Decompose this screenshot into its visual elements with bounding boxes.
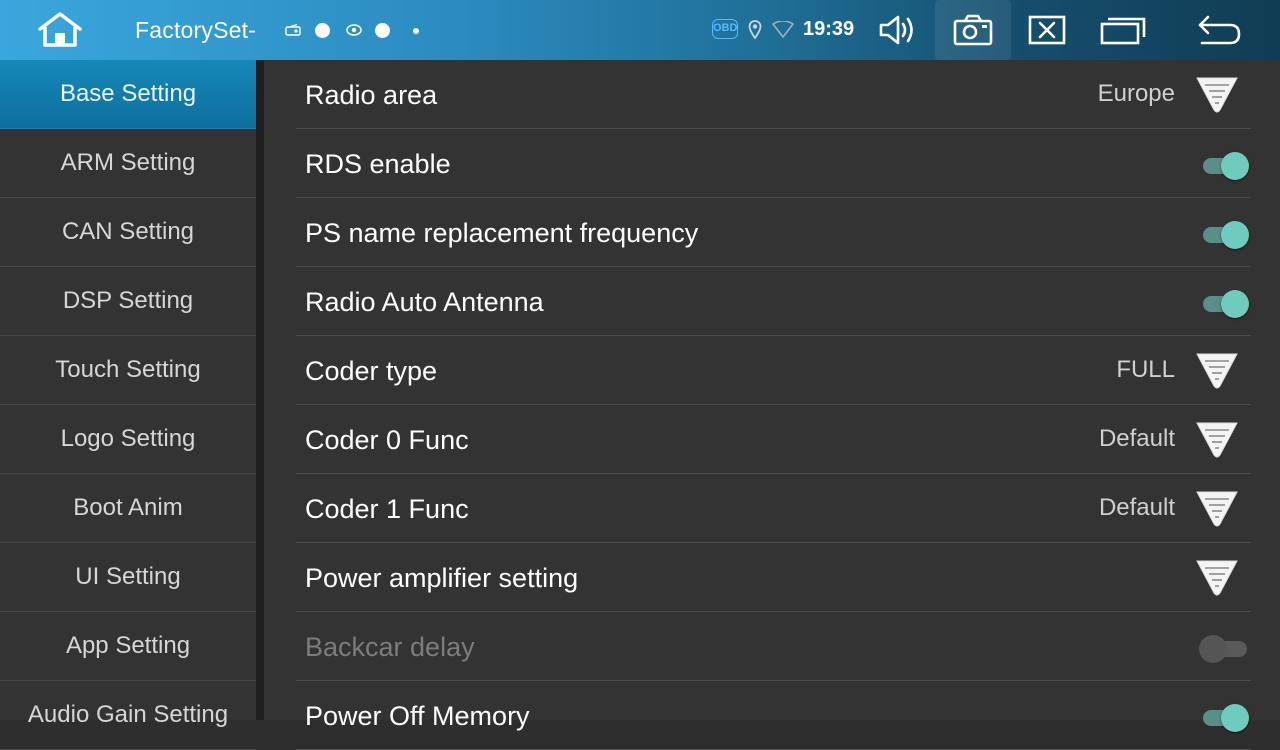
toggle-switch[interactable]	[1199, 289, 1249, 319]
sidebar-item-can-setting[interactable]: CAN Setting	[0, 198, 256, 267]
setting-row-power-amplifier-setting[interactable]: Power amplifier setting	[296, 543, 1251, 612]
home-icon	[38, 12, 82, 47]
volume-button[interactable]	[860, 0, 936, 60]
sidebar-item-ui-setting[interactable]: UI Setting	[0, 543, 256, 612]
setting-value: Europe	[1097, 80, 1175, 107]
back-button[interactable]	[1181, 0, 1257, 60]
setting-value: Default	[1098, 425, 1175, 452]
sidebar-item-audio-gain-setting[interactable]: Audio Gain Setting	[0, 681, 256, 750]
setting-row-radio-auto-antenna[interactable]: Radio Auto Antenna	[296, 267, 1251, 336]
camera-signal-icon	[346, 24, 362, 36]
setting-label: PS name replacement frequency	[305, 218, 699, 248]
sidebar-item-touch-setting[interactable]: Touch Setting	[0, 336, 256, 405]
setting-row-coder-type[interactable]: Coder type FULL	[296, 336, 1251, 405]
settings-list: Radio area Europe RDS enable PS name replac…	[264, 60, 1280, 750]
toggle-knob	[1221, 704, 1249, 732]
dropdown-button[interactable]	[1195, 419, 1239, 459]
toggle-knob	[1221, 290, 1249, 318]
setting-row-coder-1-func[interactable]: Coder 1 Func Default	[296, 474, 1251, 543]
setting-value: FULL	[1116, 356, 1175, 383]
back-icon	[1198, 15, 1241, 45]
settings-sidebar: Base Setting ARM Setting CAN Setting DSP Se…	[0, 60, 256, 750]
setting-value: Default	[1098, 494, 1175, 521]
dropdown-button[interactable]	[1195, 350, 1239, 390]
setting-row-backcar-delay[interactable]: Backcar delay	[296, 612, 1251, 681]
dropdown-button[interactable]	[1195, 74, 1239, 114]
small-dot-icon	[413, 28, 419, 34]
home-button[interactable]	[36, 12, 84, 48]
toggle-knob	[1221, 152, 1249, 180]
setting-label: Coder 0 Func	[305, 425, 469, 455]
screenshot-button[interactable]	[935, 0, 1011, 60]
wifi-icon	[772, 21, 794, 38]
toggle-switch[interactable]	[1199, 151, 1249, 181]
toggle-knob	[1221, 221, 1249, 249]
status-bar: FactorySet- OBD 19:39	[0, 0, 1280, 60]
dropdown-button[interactable]	[1195, 488, 1239, 528]
dropdown-button[interactable]	[1195, 557, 1239, 597]
sidebar-item-logo-setting[interactable]: Logo Setting	[0, 405, 256, 474]
setting-row-ps-name-replacement-frequency[interactable]: PS name replacement frequency	[296, 198, 1251, 267]
app-title: FactorySet-	[135, 17, 257, 43]
sidebar-item-base-setting[interactable]: Base Setting	[0, 60, 256, 129]
sidebar-divider	[256, 60, 264, 720]
sidebar-item-dsp-setting[interactable]: DSP Setting	[0, 267, 256, 336]
close-icon	[1028, 15, 1066, 45]
recent-apps-button[interactable]	[1086, 0, 1162, 60]
toggle-switch[interactable]	[1199, 220, 1249, 250]
dropdown-arrow-icon	[1196, 560, 1238, 596]
setting-label: Coder type	[305, 356, 438, 386]
setting-label: RDS enable	[305, 149, 451, 179]
dot-icon	[315, 23, 330, 38]
setting-label: Radio Auto Antenna	[305, 287, 544, 317]
dropdown-arrow-icon	[1196, 491, 1238, 527]
obd-icon: OBD	[712, 19, 738, 39]
sidebar-item-arm-setting[interactable]: ARM Setting	[0, 129, 256, 198]
radio-icon	[285, 24, 301, 36]
setting-label: Power amplifier setting	[305, 563, 579, 593]
location-icon	[748, 20, 762, 40]
screenshot-icon	[953, 14, 993, 46]
dropdown-arrow-icon	[1196, 353, 1238, 389]
dropdown-arrow-icon	[1196, 77, 1238, 113]
dot-icon	[375, 23, 390, 38]
dropdown-arrow-icon	[1196, 422, 1238, 458]
toggle-switch[interactable]	[1199, 703, 1249, 733]
sidebar-item-boot-anim[interactable]: Boot Anim	[0, 474, 256, 543]
setting-label: Coder 1 Func	[305, 494, 469, 524]
volume-icon	[879, 15, 913, 45]
close-button[interactable]	[1009, 0, 1085, 60]
setting-row-coder-0-func[interactable]: Coder 0 Func Default	[296, 405, 1251, 474]
setting-label: Backcar delay	[305, 632, 475, 662]
clock: 19:39	[803, 18, 855, 40]
recent-apps-icon	[1100, 17, 1146, 45]
setting-row-radio-area[interactable]: Radio area Europe	[296, 60, 1251, 129]
setting-row-rds-enable[interactable]: RDS enable	[296, 129, 1251, 198]
toggle-switch	[1199, 634, 1249, 664]
sidebar-item-app-setting[interactable]: App Setting	[0, 612, 256, 681]
setting-row-power-off-memory[interactable]: Power Off Memory	[296, 681, 1251, 750]
setting-label: Power Off Memory	[305, 701, 530, 731]
setting-label: Radio area	[305, 80, 438, 110]
toggle-knob	[1199, 635, 1227, 663]
